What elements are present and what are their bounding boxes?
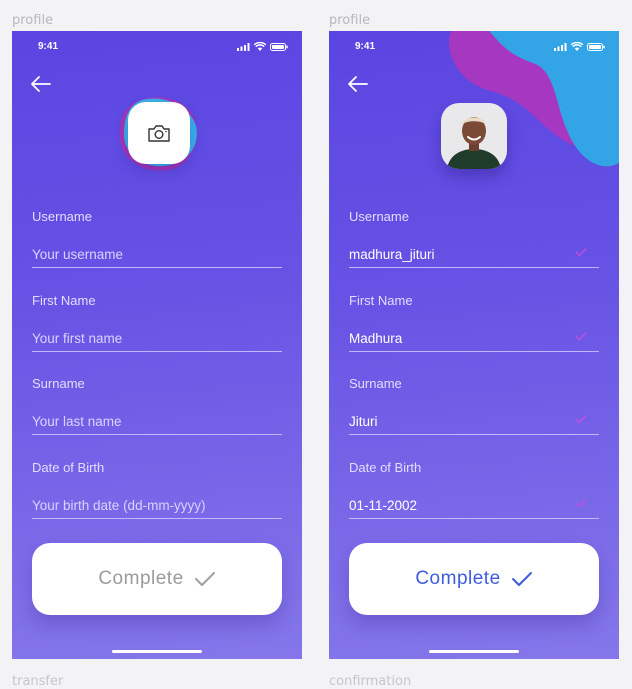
field-underline [32,351,282,352]
field-underline [349,518,599,519]
arrow-left-icon[interactable] [347,75,369,93]
surname-input[interactable] [32,411,282,431]
complete-button-disabled[interactable]: Complete [32,543,282,615]
username-label: Username [32,209,92,224]
battery-icon [270,42,288,51]
surname-label: Surname [349,376,402,391]
frame-label-transfer: transfer [12,674,64,689]
dob-input[interactable] [349,495,599,515]
first-name-label: First Name [32,293,96,308]
dob-input[interactable] [32,495,282,515]
checkmark-icon [575,248,587,257]
checkmark-icon [511,572,532,586]
field-underline [32,518,282,519]
username-input[interactable] [32,244,282,264]
username-input[interactable] [349,244,599,264]
checkmark-icon [575,499,587,508]
field-underline [32,434,282,435]
field-underline [349,267,599,268]
field-underline [349,351,599,352]
camera-button[interactable] [128,102,190,164]
first-name-label: First Name [349,293,413,308]
battery-icon [587,42,605,51]
complete-button[interactable]: Complete [349,543,599,615]
username-label: Username [349,209,409,224]
cellular-signal-icon [554,42,567,51]
status-icons [554,42,605,51]
first-name-input[interactable] [349,328,599,348]
frame-label-right: profile [329,13,371,28]
surname-label: Surname [32,376,85,391]
complete-button-label: Complete [98,568,184,589]
status-time: 9:41 [355,41,376,52]
complete-button-label: Complete [415,568,501,589]
checkmark-icon [575,415,587,424]
checkmark-icon [575,332,587,341]
dob-label: Date of Birth [32,460,105,475]
surname-input[interactable] [349,411,599,431]
home-indicator [429,650,519,653]
field-underline [349,434,599,435]
dob-label: Date of Birth [349,460,422,475]
status-time: 9:41 [38,41,59,52]
wifi-icon [254,42,266,51]
status-icons [237,42,288,51]
frame-label-confirmation: confirmation [329,674,412,689]
phone-screen-filled: 9:41 Username First Name Surname [329,31,619,659]
cellular-signal-icon [237,42,250,51]
arrow-left-icon[interactable] [30,75,52,93]
avatar-upload[interactable] [116,96,200,174]
profile-photo[interactable] [441,103,507,169]
wifi-icon [571,42,583,51]
home-indicator [112,650,202,653]
profile-photo-image [441,103,507,169]
field-underline [32,267,282,268]
first-name-input[interactable] [32,328,282,348]
camera-icon [148,125,170,142]
frame-label-left: profile [12,13,54,28]
phone-screen-empty: 9:41 Username First Name Surname [12,31,302,659]
checkmark-icon [194,572,215,586]
